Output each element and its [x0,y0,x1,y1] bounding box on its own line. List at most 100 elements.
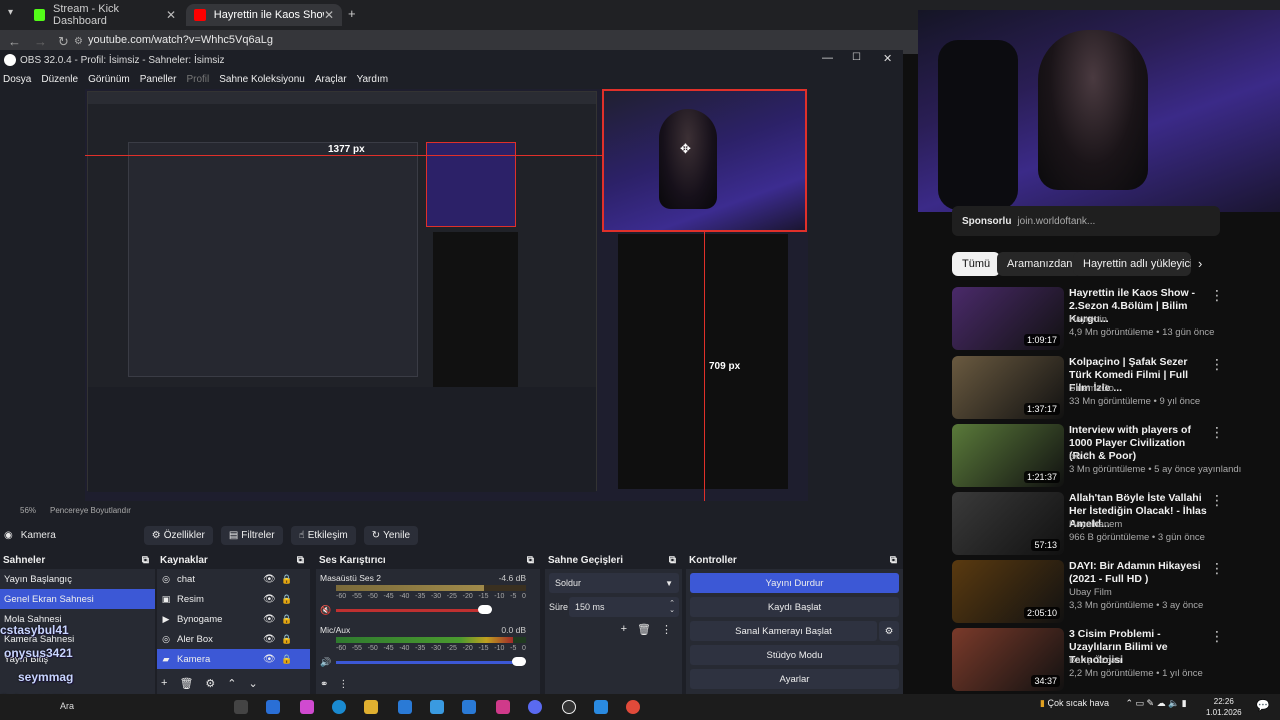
tab-youtube[interactable]: Hayrettin ile Kaos Show - 2.Sez ✕ [186,4,342,26]
eye-icon[interactable]: 👁 [263,654,276,665]
video-channel[interactable]: Ubay Film [1069,587,1112,598]
weather-icon[interactable]: ▮ [1040,698,1045,708]
store-icon[interactable] [266,700,280,714]
video-channel[interactable]: Hayrettin [1069,314,1107,325]
video-thumbnail[interactable]: 1:37:17 [952,356,1064,419]
more-options-icon[interactable]: ⋮ [1210,424,1224,441]
chrome-icon[interactable] [626,700,640,714]
instagram-icon[interactable] [496,700,510,714]
dock-undock-icon[interactable]: ⧉ [142,555,149,566]
chevron-down-icon[interactable]: ⌄ [249,677,258,690]
video-thumbnail[interactable]: 1:21:37 [952,424,1064,487]
chip-from-search[interactable]: Aramanızdan [997,252,1083,276]
more-icon[interactable]: ⋮ [661,623,672,636]
start-virtual-camera-button[interactable]: Sanal Kamerayı Başlat [690,621,877,641]
video-item[interactable]: 2:05:10 DAYI: Bir Adamın Hikayesi (2021 -… [952,560,1252,624]
copilot-icon[interactable] [300,700,314,714]
video-thumbnail[interactable]: 34:37 [952,628,1064,691]
chip-uploader[interactable]: Hayrettin adlı yükleyicid [1073,252,1191,276]
sponsored-ad[interactable]: Sponsorlu join.worldoftank... [952,206,1220,236]
tab-list-icon[interactable]: ▾ [8,7,13,18]
eye-icon[interactable]: 👁 [263,634,276,645]
chip-all[interactable]: Tümü [952,252,1001,276]
menu-docks[interactable]: Paneller [140,74,177,85]
dock-undock-icon[interactable]: ⧉ [297,555,304,566]
eye-icon[interactable]: 👁 [263,594,276,605]
task-view-icon[interactable] [234,700,248,714]
more-icon[interactable]: ⋮ [338,679,348,690]
obs-icon[interactable] [562,700,576,714]
interact-button[interactable]: ☝ Etkileşim [290,525,356,545]
link-icon[interactable]: ⚭ [320,679,328,690]
stop-stream-button[interactable]: Yayını Durdur [690,573,899,593]
lock-icon[interactable]: 🔒 [281,574,292,585]
menu-file[interactable]: Dosya [3,74,31,85]
back-icon[interactable]: ← [8,34,21,49]
source-item[interactable]: ▶ Bynogame 👁 🔒 [157,609,310,629]
photos-icon[interactable] [594,700,608,714]
video-thumbnail[interactable]: 57:13 [952,492,1064,555]
refresh-button[interactable]: ↻ Yenile [363,525,419,545]
video-thumbnail[interactable]: 2:05:10 [952,560,1064,623]
new-tab-icon[interactable]: + [348,6,356,21]
more-options-icon[interactable]: ⋮ [1210,492,1224,509]
video-channel[interactable]: SinemaGo [1069,383,1114,394]
tab-kick-dashboard[interactable]: Stream - Kick Dashboard ✕ [26,3,184,27]
add-icon[interactable]: + [161,677,167,690]
volume-slider-handle[interactable] [478,605,492,614]
folder-icon[interactable] [364,700,378,714]
search-label[interactable]: Ara [60,701,74,711]
obs-preview-canvas[interactable]: ✥ 1377 px 709 px [85,89,808,501]
properties-button[interactable]: ⚙ Özellikler [143,525,213,545]
trash-icon[interactable]: 🗑 [179,677,193,690]
video-channel[interactable]: Hayalhanem [1069,519,1122,530]
menu-view[interactable]: Görünüm [88,74,130,85]
studio-mode-button[interactable]: Stüdyo Modu [690,645,899,665]
vscode-icon[interactable] [462,700,476,714]
zoom-level[interactable]: 56% [20,506,36,515]
scene-item[interactable]: Yayın Başlangıç [0,569,155,589]
video-item[interactable]: 57:13 Allah'tan Böyle İste Vallahi Her İs… [952,492,1252,556]
close-window-icon[interactable]: ✕ [883,52,892,65]
gear-icon[interactable]: ⚙ [879,621,899,641]
dock-undock-icon[interactable]: ⧉ [527,555,534,566]
more-options-icon[interactable]: ⋮ [1210,560,1224,577]
source-item-selected[interactable]: ▰ Kamera 👁 🔒 [157,649,310,669]
video-thumbnail[interactable]: 1:09:17 [952,287,1064,350]
add-icon[interactable]: + [621,623,627,636]
scene-item-selected[interactable]: Genel Ekran Sahnesi [0,589,155,609]
volume-slider[interactable] [336,609,486,612]
chevron-up-icon[interactable]: ⌃ [227,677,236,690]
dock-undock-icon[interactable]: ⧉ [669,555,676,566]
menu-scene-collection[interactable]: Sahne Koleksiyonu [219,74,305,85]
tray-icons[interactable]: ⌃ ▭ ✎ ☁ 🔈 ▮ [1126,698,1187,708]
filters-button[interactable]: ▤ Filtreler [220,525,283,545]
more-options-icon[interactable]: ⋮ [1210,356,1224,373]
terminal-icon[interactable] [430,700,444,714]
speaker-icon[interactable]: 🔊 [320,657,331,668]
camera-source-selected[interactable]: ✥ [602,89,807,232]
reload-icon[interactable]: ↻ [58,34,69,50]
dock-undock-icon[interactable]: ⧉ [890,555,897,566]
volume-slider[interactable] [336,661,522,664]
close-icon[interactable]: ✕ [166,8,176,22]
discord-icon[interactable] [528,700,542,714]
minimize-icon[interactable]: — [822,52,833,64]
video-item[interactable]: 1:21:37 Interview with players of 1000 Pl… [952,424,1252,488]
gear-icon[interactable]: ⚙ [205,677,215,690]
menu-tools[interactable]: Araçlar [315,74,347,85]
lock-icon[interactable]: 🔒 [281,614,292,625]
lock-icon[interactable]: 🔒 [281,654,292,665]
more-options-icon[interactable]: ⋮ [1210,628,1224,645]
video-channel[interactable]: ish 2 [1069,451,1089,462]
source-item[interactable]: ▣ Resim 👁 🔒 [157,589,310,609]
chevron-right-icon[interactable]: › [1198,256,1202,271]
source-item[interactable]: ◎ chat 👁 🔒 [157,569,310,589]
lock-icon[interactable]: 🔒 [281,594,292,605]
forward-icon[interactable]: → [34,34,47,49]
close-icon[interactable]: ✕ [324,8,334,22]
maximize-icon[interactable]: ☐ [852,52,861,63]
eye-icon[interactable]: 👁 [263,574,276,585]
more-options-icon[interactable]: ⋮ [1210,287,1224,304]
start-recording-button[interactable]: Kaydı Başlat [690,597,899,617]
